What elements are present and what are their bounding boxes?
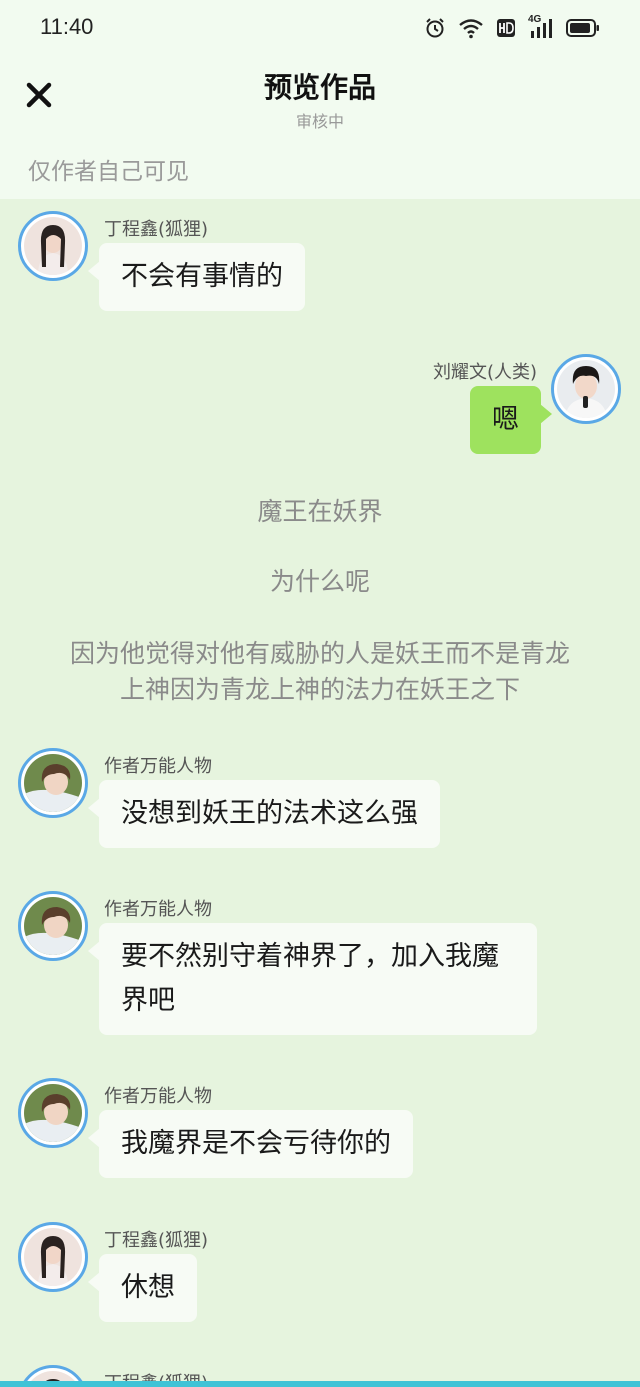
chat-message: 作者万能人物 我魔界是不会亏待你的 [0, 1078, 640, 1188]
avatar-image [24, 1371, 82, 1381]
narration-text: 为什么呢 [269, 567, 370, 596]
bottom-accent-bar [0, 1381, 640, 1387]
wifi-icon [459, 19, 483, 39]
avatar[interactable] [551, 354, 621, 424]
avatar[interactable] [18, 211, 88, 281]
sender-name: 作者万能人物 [104, 899, 212, 920]
narration-text: 因为他觉得对他有威胁的人是妖王而不是青龙上神因为青龙上神的法力在妖王之下 [69, 639, 570, 704]
hd-icon [497, 19, 515, 37]
visibility-note: 仅作者自己可见 [28, 159, 189, 185]
message-bubble[interactable]: 嗯 [470, 386, 552, 454]
narration-text: 魔王在妖界 [257, 497, 383, 526]
page-title: 预览作品 [263, 71, 376, 104]
alarm-icon [426, 18, 444, 38]
message-bubble[interactable]: 不会有事情的 [88, 243, 305, 311]
avatar-image [24, 897, 82, 955]
avatar-image [24, 1228, 82, 1286]
message-bubble[interactable]: 要不然别守着神界了，加入我魔界吧 [88, 923, 537, 1035]
sender-name: 丁程鑫(狐狸) [104, 1230, 209, 1251]
review-status: 审核中 [295, 112, 344, 131]
signal-icon: 4G [528, 14, 554, 39]
chat-message: 作者万能人物 要不然别守着神界了，加入我魔界吧 [0, 891, 640, 1041]
sender-name: 刘耀文(人类) [432, 362, 537, 383]
avatar-image [24, 1084, 82, 1142]
chat-message: 丁程鑫(狐狸) 不会有事情的 [0, 211, 640, 321]
avatar-image [557, 360, 615, 418]
message-bubble[interactable]: 我魔界是不会亏待你的 [88, 1110, 413, 1178]
avatar[interactable] [18, 1078, 88, 1148]
sender-name: 丁程鑫(狐狸) [104, 219, 209, 240]
avatar[interactable] [18, 748, 88, 818]
avatar[interactable] [18, 1365, 88, 1381]
avatar-image [24, 754, 82, 812]
message-bubble[interactable]: 没想到妖王的法术这么强 [88, 780, 440, 848]
avatar[interactable] [18, 891, 88, 961]
chat-message: 丁程鑫(狐狸) [0, 1365, 640, 1381]
battery-icon [566, 19, 599, 37]
status-bar: 11:40 4G [0, 0, 640, 56]
status-time: 11:40 [40, 14, 94, 39]
message-bubble[interactable]: 休想 [88, 1254, 197, 1322]
avatar-image [24, 217, 82, 275]
chat-message: 作者万能人物 没想到妖王的法术这么强 [0, 748, 640, 858]
avatar[interactable] [18, 1222, 88, 1292]
sender-name: 丁程鑫(狐狸) [104, 1369, 208, 1381]
chat-message: 丁程鑫(狐狸) 休想 [0, 1222, 640, 1332]
header: 预览作品 审核中 [0, 56, 640, 140]
sender-name: 作者万能人物 [104, 1086, 212, 1107]
sender-name: 作者万能人物 [104, 756, 212, 777]
chat-message: 刘耀文(人类) 嗯 [0, 354, 640, 464]
status-icons: 4G [424, 14, 600, 40]
